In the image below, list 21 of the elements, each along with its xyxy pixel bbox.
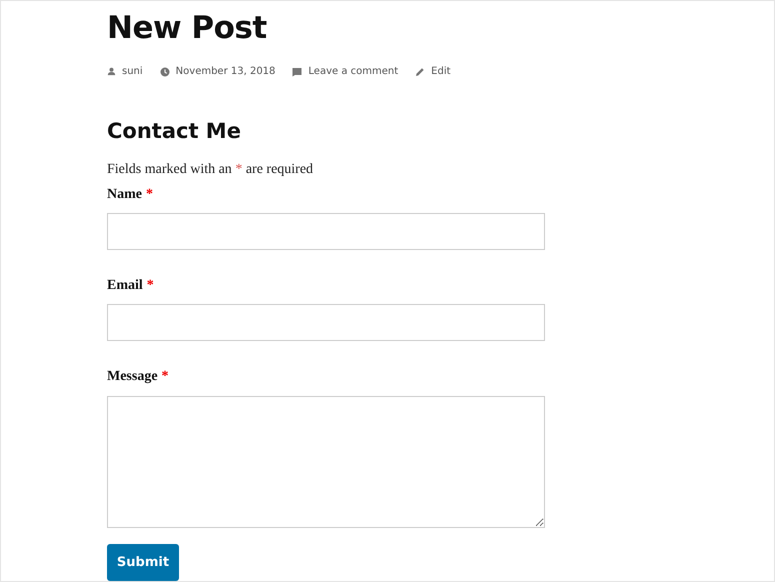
required-asterisk: * — [162, 368, 169, 386]
author-link[interactable]: suni — [122, 64, 143, 79]
required-asterisk: * — [146, 186, 153, 204]
pencil-icon — [415, 66, 426, 76]
edit-link[interactable]: Edit — [431, 64, 451, 79]
field-label: Message — [107, 368, 158, 386]
field-label: Email — [107, 277, 143, 295]
clock-icon — [160, 66, 170, 76]
post-title: New Post — [107, 9, 268, 47]
post-date-link[interactable]: November 13, 2018 — [176, 64, 276, 79]
message-field[interactable] — [107, 396, 545, 528]
speech-bubble-icon — [292, 66, 302, 76]
input-field[interactable] — [107, 304, 545, 341]
form-title: Contact Me — [107, 118, 242, 144]
comment-link[interactable]: Leave a comment — [308, 64, 398, 79]
required-asterisk: * — [146, 277, 154, 295]
input-field[interactable] — [107, 213, 545, 250]
submit-button[interactable]: Submit — [107, 544, 179, 581]
person-icon — [107, 67, 116, 76]
required-note: Fields marked with an * are required — [107, 161, 314, 179]
field-label: Name — [107, 186, 142, 204]
